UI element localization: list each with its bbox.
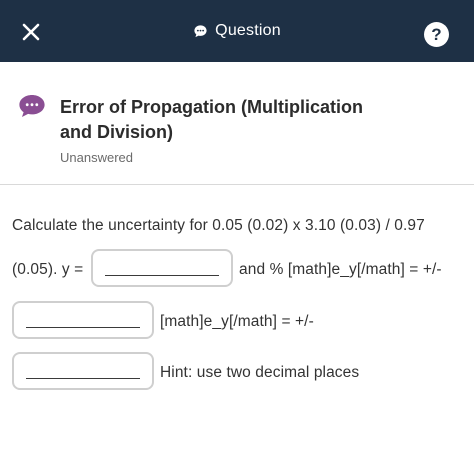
question-text-line-2: (0.05). y = xyxy=(12,261,84,278)
y-answer-input[interactable] xyxy=(103,255,221,275)
percent-error-input[interactable] xyxy=(24,307,142,327)
answer-underline xyxy=(26,378,140,379)
hint-text: Hint: use two decimal places xyxy=(160,364,360,381)
answer-underline xyxy=(26,327,140,328)
answer-underline xyxy=(105,275,219,276)
absolute-error-input[interactable] xyxy=(24,358,142,378)
help-circle-icon[interactable]: ? xyxy=(431,25,441,45)
y-answer-field[interactable] xyxy=(91,249,233,287)
question-text-line-1: Calculate the uncertainty for 0.05 (0.02… xyxy=(12,217,425,234)
question-title: Error of Propagation (Multiplication and… xyxy=(60,97,363,142)
chat-bubble-icon xyxy=(194,24,207,37)
top-bar: Question ? xyxy=(0,0,474,62)
absolute-error-label: [math]e_y[/math] = +/- xyxy=(160,313,314,330)
absolute-error-answer-field[interactable] xyxy=(12,352,154,390)
question-bubble-icon xyxy=(19,95,45,117)
bar-title-text: Question xyxy=(215,22,281,39)
bar-title: Question xyxy=(0,0,474,62)
percent-error-label: and % [math]e_y[/math] = +/- xyxy=(239,261,442,278)
question-status: Unanswered xyxy=(60,150,133,165)
percent-error-answer-field[interactable] xyxy=(12,301,154,339)
help-button[interactable]: ? xyxy=(424,22,449,47)
